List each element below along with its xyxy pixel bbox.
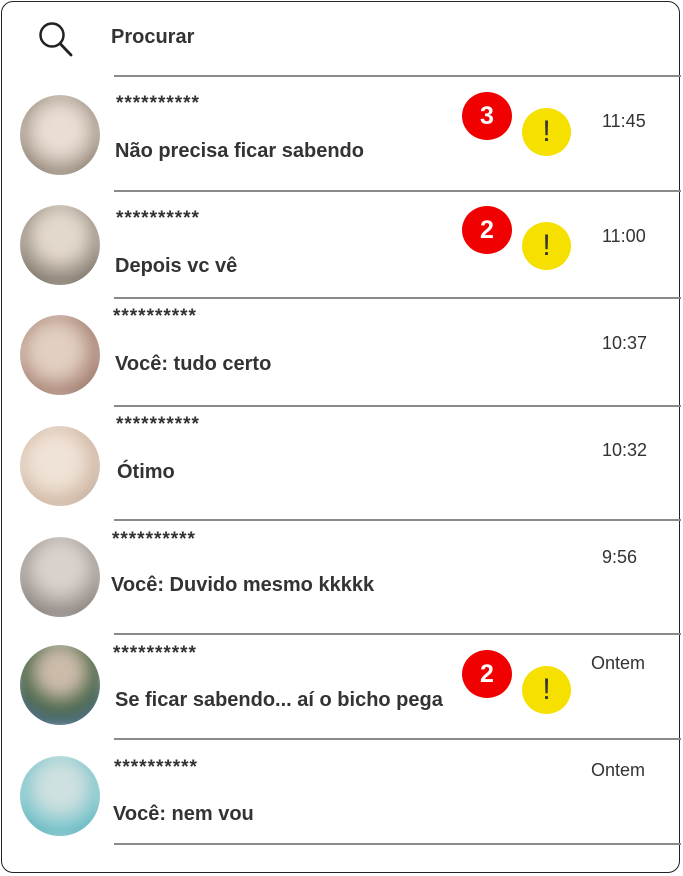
warning-icon: ! xyxy=(522,222,571,270)
conversation-row[interactable]: ********** Não precisa ficar sabendo 3 !… xyxy=(0,77,683,190)
avatar[interactable] xyxy=(20,95,100,175)
message-preview: Você: nem vou xyxy=(113,803,254,825)
search-placeholder[interactable]: Procurar xyxy=(111,26,194,49)
timestamp: 9:56 xyxy=(602,547,638,567)
conversation-row[interactable]: ********** Você: nem vou Ontem xyxy=(0,740,683,843)
message-preview: Você: tudo certo xyxy=(115,353,272,375)
timestamp: 11:00 xyxy=(602,226,646,246)
conversation-row[interactable]: ********** Você: tudo certo 10:37 xyxy=(0,299,683,405)
divider xyxy=(114,843,681,845)
contact-name: ********** xyxy=(116,208,200,229)
timestamp: Ontem xyxy=(591,653,646,673)
timestamp: 10:37 xyxy=(602,333,648,353)
timestamp: 10:32 xyxy=(602,440,648,460)
conversation-row[interactable]: ********** Você: Duvido mesmo kkkkk 9:56 xyxy=(0,521,683,633)
search-icon[interactable] xyxy=(38,20,74,58)
avatar[interactable] xyxy=(20,315,100,395)
avatar[interactable] xyxy=(20,645,100,725)
conversation-row[interactable]: ********** Depois vc vê 2 ! 11:00 xyxy=(0,192,683,297)
timestamp: Ontem xyxy=(591,760,646,780)
unread-badge: 2 xyxy=(462,206,512,254)
message-preview: Você: Duvido mesmo kkkkk xyxy=(111,574,375,596)
message-preview: Ótimo xyxy=(117,461,175,483)
conversation-row[interactable]: ********** Se ficar sabendo... aí o bich… xyxy=(0,635,683,738)
unread-badge: 3 xyxy=(462,92,512,140)
warning-icon: ! xyxy=(522,666,571,714)
message-preview: Depois vc vê xyxy=(115,255,238,277)
contact-name: ********** xyxy=(113,306,197,327)
avatar[interactable] xyxy=(20,205,100,285)
contact-name: ********** xyxy=(113,643,197,664)
contact-name: ********** xyxy=(116,93,200,114)
contact-name: ********** xyxy=(116,414,200,435)
avatar[interactable] xyxy=(20,756,100,836)
avatar[interactable] xyxy=(20,426,100,506)
warning-icon: ! xyxy=(522,108,571,156)
unread-badge: 2 xyxy=(462,650,512,698)
contact-name: ********** xyxy=(112,529,196,550)
message-preview: Não precisa ficar sabendo xyxy=(115,140,364,162)
avatar[interactable] xyxy=(20,537,100,617)
message-preview: Se ficar sabendo... aí o bicho pega xyxy=(115,689,443,711)
timestamp: 11:45 xyxy=(602,111,646,131)
contact-name: ********** xyxy=(114,757,198,778)
search-bar[interactable]: Procurar xyxy=(0,0,683,76)
conversation-row[interactable]: ********** Ótimo 10:32 xyxy=(0,407,683,519)
